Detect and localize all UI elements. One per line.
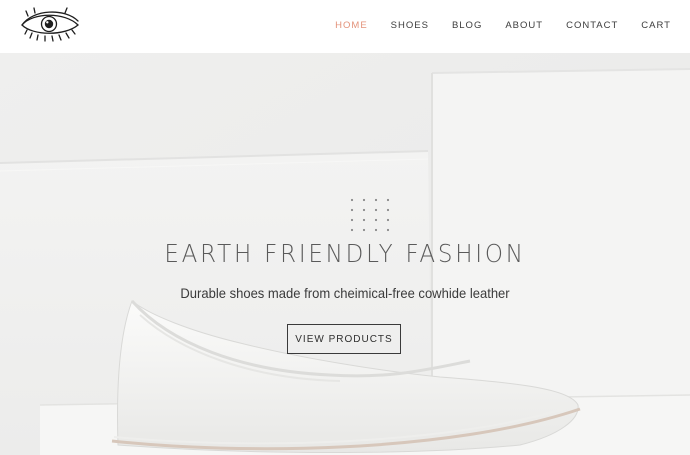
hero-section: EARTH FRIENDLY FASHION Durable shoes mad…	[0, 53, 690, 455]
nav-blog[interactable]: BLOG	[452, 20, 482, 31]
header: HOME SHOES BLOG ABOUT CONTACT CART	[0, 0, 690, 53]
nav-home[interactable]: HOME	[335, 20, 368, 31]
nav-contact[interactable]: CONTACT	[566, 20, 618, 31]
eye-logo-icon[interactable]	[19, 7, 81, 45]
nav-about[interactable]: ABOUT	[505, 20, 543, 31]
nav-shoes[interactable]: SHOES	[391, 20, 429, 31]
main-nav: HOME SHOES BLOG ABOUT CONTACT CART	[312, 0, 671, 50]
dot-grid-decoration	[350, 198, 390, 232]
nav-cart[interactable]: CART	[641, 20, 671, 31]
view-products-button[interactable]: VIEW PRODUCTS	[287, 324, 401, 354]
hero-title: EARTH FRIENDLY FASHION	[164, 239, 526, 268]
hero-subtitle: Durable shoes made from cheimical-free c…	[180, 285, 510, 301]
